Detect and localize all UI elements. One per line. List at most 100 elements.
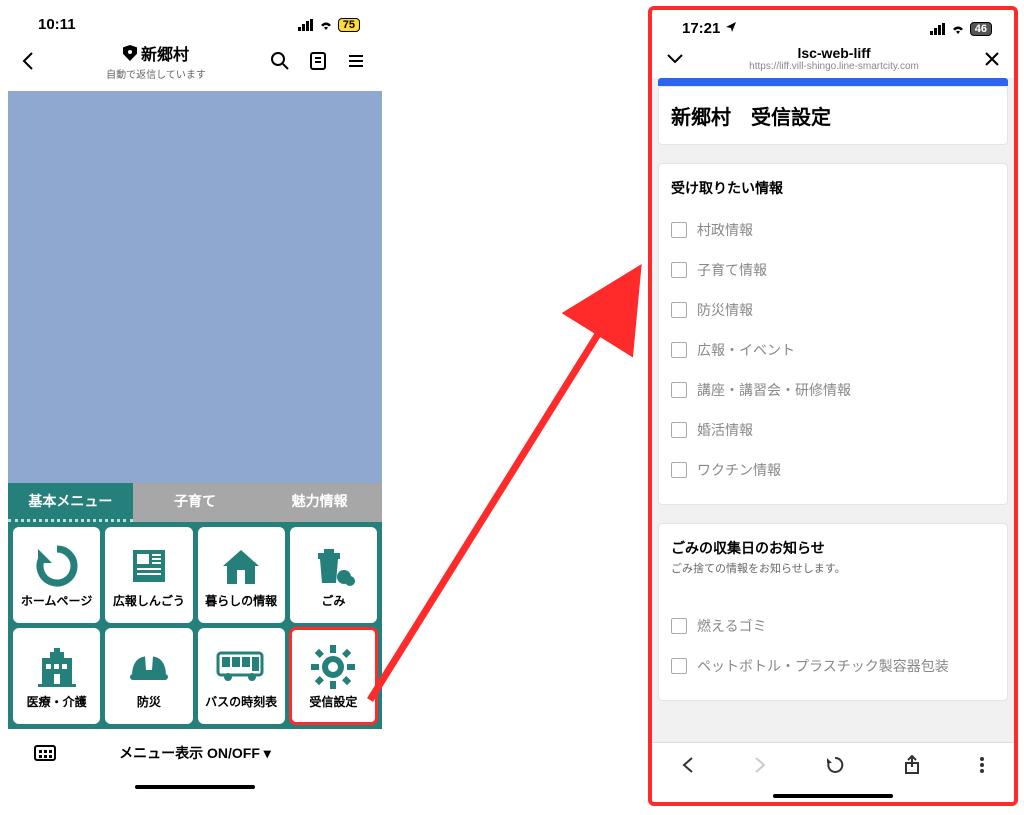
title-area: 新郷村 自動で返信しています: [52, 41, 260, 81]
option-label: 広報・イベント: [697, 340, 795, 360]
annotation-arrow: [360, 230, 660, 750]
menu-tabs: 基本メニュー 子育て 魅力情報: [8, 483, 382, 522]
option-row[interactable]: 村政情報: [671, 210, 995, 250]
sheet-url: https://liff.vill-shingo.line-smartcity.…: [692, 61, 976, 72]
option-label: 講座・講習会・研修情報: [697, 380, 851, 400]
battery-icon: 46: [970, 22, 992, 36]
trash-icon: [308, 541, 358, 591]
sheet-title: lsc-web-liff: [692, 45, 976, 61]
chat-title: 新郷村: [141, 41, 189, 65]
status-right: 46: [930, 22, 992, 36]
option-label: 燃えるゴミ: [697, 616, 767, 636]
option-row[interactable]: ペットボトル・プラスチック製容器包装: [671, 646, 995, 686]
house-icon: [216, 541, 266, 591]
hospital-icon: [32, 642, 82, 692]
tile-koho[interactable]: 広報しんごう: [105, 527, 192, 623]
section-subtitle: ごみ捨ての情報をお知らせします。: [671, 560, 995, 576]
tile-label: バスの時刻表: [205, 696, 277, 709]
checkbox[interactable]: [671, 302, 687, 318]
option-row[interactable]: 防災情報: [671, 290, 995, 330]
checkbox[interactable]: [671, 342, 687, 358]
tile-label: 受信設定: [309, 696, 357, 709]
tile-label: ホームページ: [21, 595, 92, 608]
chevron-down-icon[interactable]: [666, 53, 684, 65]
chat-background: [8, 91, 382, 483]
sheet-body[interactable]: 新郷村 受信設定 受け取りたい情報 村政情報 子育て情報 防災情報 広報・イベン…: [652, 78, 1014, 742]
nav-forward-icon: [753, 756, 767, 774]
status-time-row: 17:21: [682, 20, 737, 37]
nav-share-icon[interactable]: [903, 755, 921, 775]
tile-label: 防災: [137, 696, 161, 709]
browser-nav: [652, 742, 1014, 786]
option-label: 婚活情報: [697, 420, 753, 440]
tab-attraction[interactable]: 魅力情報: [257, 483, 382, 522]
tile-label: 医療・介護: [27, 696, 87, 709]
option-label: 子育て情報: [697, 260, 767, 280]
tile-label: 暮らしの情報: [205, 595, 277, 608]
tile-homepage[interactable]: ホームページ: [13, 527, 100, 623]
checkbox[interactable]: [671, 658, 687, 674]
status-bar: 17:21 46: [652, 10, 1014, 39]
checkbox[interactable]: [671, 422, 687, 438]
status-right: 75: [298, 18, 360, 32]
status-time: 10:11: [38, 16, 76, 33]
status-bar: 10:11 75: [8, 6, 382, 35]
tile-disaster[interactable]: 防災: [105, 628, 192, 724]
nav-reload-icon[interactable]: [825, 755, 845, 775]
back-button[interactable]: [20, 51, 42, 71]
tile-living[interactable]: 暮らしの情報: [198, 527, 285, 623]
tile-settings[interactable]: 受信設定: [290, 628, 377, 724]
option-row[interactable]: 燃えるゴミ: [671, 606, 995, 646]
battery-icon: 75: [338, 18, 360, 32]
checkbox[interactable]: [671, 382, 687, 398]
section-title: 受け取りたい情報: [671, 178, 995, 198]
option-row[interactable]: 子育て情報: [671, 250, 995, 290]
menu-icon[interactable]: [346, 51, 370, 71]
checkbox[interactable]: [671, 618, 687, 634]
newspaper-icon: [124, 541, 174, 591]
app-header: 新郷村 自動で返信しています: [8, 35, 382, 91]
section-title: ごみの収集日のお知らせ: [671, 538, 995, 558]
home-indicator: [135, 785, 255, 789]
tile-bus[interactable]: バスの時刻表: [198, 628, 285, 724]
option-label: 村政情報: [697, 220, 753, 240]
tile-label: 広報しんごう: [113, 595, 185, 608]
tab-childcare[interactable]: 子育て: [133, 483, 258, 522]
phone-right: 17:21 46 lsc-web-liff https://liff.vill-…: [648, 6, 1018, 806]
tile-medical[interactable]: 医療・介護: [13, 628, 100, 724]
nav-more-icon[interactable]: [979, 756, 985, 774]
gear-icon: [308, 642, 358, 692]
note-icon[interactable]: [308, 51, 332, 71]
menu-toggle[interactable]: メニュー表示 ON/OFF ▾: [119, 743, 271, 763]
page-title: 新郷村 受信設定: [671, 101, 995, 130]
shield-icon: [123, 45, 137, 61]
option-label: ペットボトル・プラスチック製容器包装: [697, 656, 949, 676]
wifi-icon: [318, 19, 334, 31]
signal-icon: [930, 23, 946, 35]
search-icon[interactable]: [270, 51, 294, 71]
nav-back-icon[interactable]: [681, 756, 695, 774]
checkbox[interactable]: [671, 462, 687, 478]
option-label: 防災情報: [697, 300, 753, 320]
menu-toggle-row: メニュー表示 ON/OFF ▾: [8, 729, 382, 777]
option-row[interactable]: 講座・講習会・研修情報: [671, 370, 995, 410]
checkbox[interactable]: [671, 262, 687, 278]
option-label: ワクチン情報: [697, 460, 781, 480]
tile-label: ごみ: [321, 595, 345, 608]
keyboard-icon[interactable]: [34, 745, 56, 761]
checkbox[interactable]: [671, 222, 687, 238]
option-row[interactable]: ワクチン情報: [671, 450, 995, 490]
tile-garbage[interactable]: ごみ: [290, 527, 377, 623]
close-icon[interactable]: [984, 51, 1000, 67]
section-garbage: ごみの収集日のお知らせ ごみ捨ての情報をお知らせします。 燃えるゴミ ペットボト…: [658, 523, 1008, 701]
tab-basic[interactable]: 基本メニュー: [8, 483, 133, 522]
menu-grid: ホームページ 広報しんごう 暮らしの情報 ごみ: [8, 522, 382, 729]
chat-subtitle: 自動で返信しています: [52, 66, 260, 81]
option-row[interactable]: 婚活情報: [671, 410, 995, 450]
bus-icon: [216, 642, 266, 692]
sheet-header: lsc-web-liff https://liff.vill-shingo.li…: [652, 39, 1014, 78]
refresh-icon: [32, 541, 82, 591]
accent-bar: [658, 78, 1008, 86]
option-row[interactable]: 広報・イベント: [671, 330, 995, 370]
location-icon: [725, 20, 737, 37]
